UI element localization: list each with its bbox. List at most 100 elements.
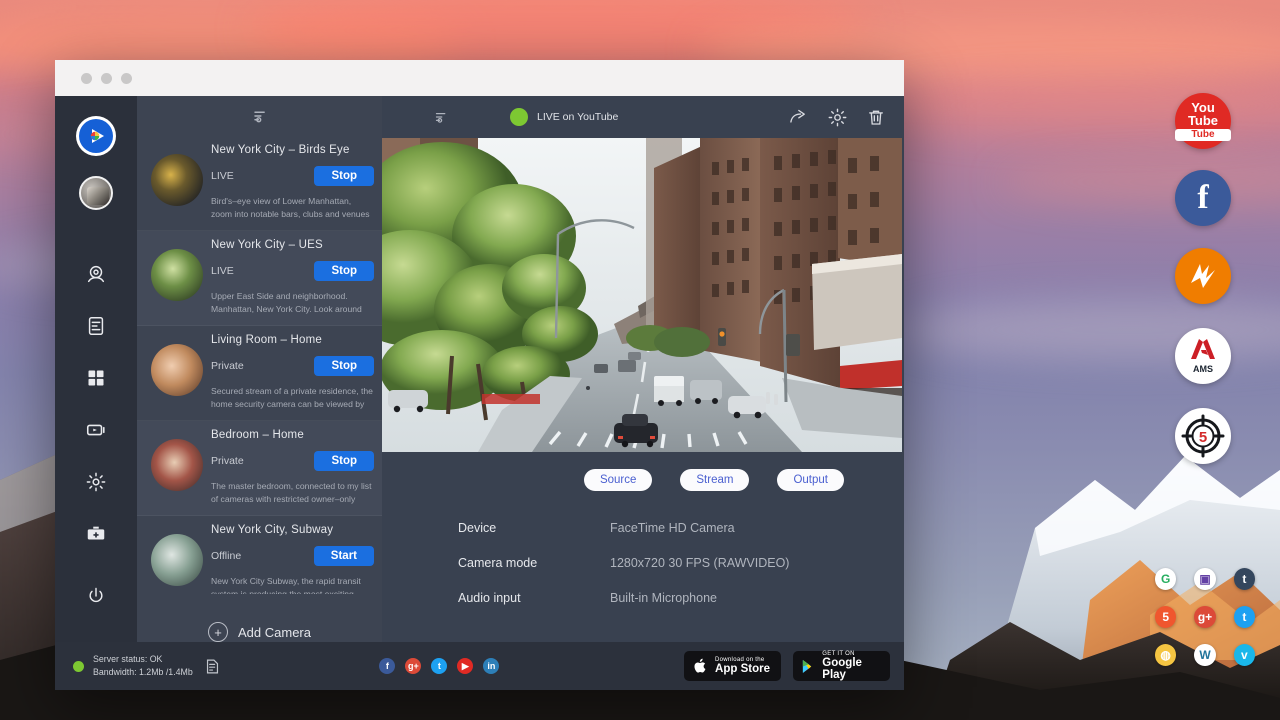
camera-list-item[interactable]: New York City, SubwayOfflineStartNew Yor…	[137, 516, 382, 594]
camera-action-button[interactable]: Stop	[314, 166, 374, 186]
window-minimize-button[interactable]	[101, 73, 112, 84]
gear-icon	[85, 471, 107, 493]
desktop-icon-vimeo[interactable]: v	[1234, 644, 1255, 666]
desktop-small-icon-row: 5 g+ t	[1155, 606, 1255, 628]
camera-action-button[interactable]: Stop	[314, 261, 374, 281]
play-triangle-icon	[86, 126, 106, 146]
user-avatar[interactable]	[79, 176, 113, 210]
window-titlebar	[55, 60, 904, 96]
play-triangle-icon	[801, 657, 816, 676]
camera-thumbnail	[151, 439, 203, 491]
store-badge-bottom: App Store	[715, 663, 770, 675]
sidebar-item-grid[interactable]	[76, 358, 116, 398]
camera-list-item[interactable]: New York City – UESLIVEStopUpper East Si…	[137, 231, 382, 326]
camera-title: New York City – UES	[211, 239, 374, 251]
googleplus-icon[interactable]: g+	[405, 658, 421, 674]
desktop-small-icon-row: G ▣ t	[1155, 568, 1255, 590]
camera-thumbnail	[151, 249, 203, 301]
desktop: New York City – Birds EyeLIVEStopBird's–…	[0, 0, 1280, 720]
camera-action-button[interactable]: Stop	[314, 451, 374, 471]
desktop-icon-youtube[interactable]: You Tube Tube	[1175, 93, 1231, 149]
desktop-icon-twitter[interactable]: t	[1234, 606, 1255, 628]
desktop-icon-facebook[interactable]: f	[1175, 170, 1231, 226]
sidebar-item-schedule[interactable]	[76, 306, 116, 346]
desktop-icon-tumblr[interactable]: t	[1234, 568, 1255, 590]
video-player-icon	[85, 419, 107, 441]
filter-sort-icon[interactable]	[432, 108, 450, 126]
app-store-button[interactable]: Download on theApp Store	[684, 651, 781, 681]
camera-list[interactable]: New York City – Birds EyeLIVEStopBird's–…	[137, 136, 382, 594]
camera-list-item[interactable]: Living Room – HomePrivateStopSecured str…	[137, 326, 382, 421]
gear-icon[interactable]	[827, 107, 848, 128]
five-label: 5	[1199, 429, 1207, 446]
window-maximize-button[interactable]	[121, 73, 132, 84]
linkedin-icon[interactable]: in	[483, 658, 499, 674]
info-label: Device	[458, 521, 610, 535]
camera-state: LIVE	[211, 170, 314, 182]
tab-stream[interactable]: Stream	[680, 469, 749, 491]
desktop-icon-smashcast[interactable]: 5	[1155, 606, 1176, 628]
tab-output[interactable]: Output	[777, 469, 844, 491]
tab-source[interactable]: Source	[584, 469, 652, 491]
camera-title: New York City, Subway	[211, 524, 374, 536]
toolbox-icon	[85, 523, 107, 545]
google-play-button[interactable]: GET IT ONGoogle Play	[793, 651, 890, 681]
sidebar-item-playback[interactable]	[76, 410, 116, 450]
camera-state: Private	[211, 360, 314, 372]
camera-list-toolbar	[137, 96, 382, 136]
crosshair-5-icon: 5	[1180, 413, 1226, 459]
desktop-icon-wirecast[interactable]	[1175, 248, 1231, 304]
desktop-icon-channel5[interactable]: 5	[1175, 408, 1231, 464]
webcam-icon	[85, 263, 107, 285]
camera-thumbnail	[151, 154, 203, 206]
add-camera-button[interactable]: + Add Camera	[137, 594, 382, 642]
sidebar-item-cameras[interactable]	[76, 254, 116, 294]
desktop-icon-wordpress[interactable]: W	[1194, 644, 1215, 666]
app-logo[interactable]	[76, 116, 116, 156]
live-status-badge: LIVE on YouTube	[510, 108, 618, 126]
camera-action-button[interactable]: Stop	[314, 356, 374, 376]
footer-social-links: f g+ t ▶ in	[379, 658, 499, 674]
power-icon	[86, 586, 106, 606]
camera-preview[interactable]	[382, 138, 902, 452]
apple-icon	[692, 656, 709, 676]
camera-description: New York City Subway, the rapid transit …	[211, 575, 374, 594]
app-window: New York City – Birds EyeLIVEStopBird's–…	[55, 60, 904, 690]
document-list-icon	[85, 315, 107, 337]
youtube-icon[interactable]: ▶	[457, 658, 473, 674]
camera-title: Living Room – Home	[211, 334, 374, 346]
desktop-icon-google[interactable]: G	[1155, 568, 1176, 590]
main-content: LIVE on YouTube	[382, 96, 904, 642]
log-document-icon[interactable]	[204, 657, 221, 676]
camera-action-button[interactable]: Start	[314, 546, 374, 566]
power-button[interactable]	[76, 576, 116, 616]
status-badge	[73, 661, 84, 672]
trash-icon[interactable]	[866, 107, 886, 128]
twitter-icon[interactable]: t	[431, 658, 447, 674]
camera-description: The master bedroom, connected to my list…	[211, 480, 374, 505]
grid-icon	[86, 368, 106, 388]
info-value: FaceTime HD Camera	[610, 521, 735, 535]
desktop-icon-googleplus[interactable]: g+	[1194, 606, 1215, 628]
camera-state: LIVE	[211, 265, 314, 277]
camera-list-item[interactable]: Bedroom – HomePrivateStopThe master bedr…	[137, 421, 382, 516]
desktop-icon-flash[interactable]: ◍	[1155, 644, 1176, 666]
bandwidth-label: Bandwidth: 1.2Mb /1.4Mb	[93, 666, 193, 679]
server-status-label: Server status: OK	[93, 653, 193, 666]
filter-sort-icon[interactable]	[250, 106, 270, 126]
info-value: Built-in Microphone	[610, 591, 717, 605]
desktop-icon-adobe-ams[interactable]: AMS	[1175, 328, 1231, 384]
window-close-button[interactable]	[81, 73, 92, 84]
store-badge-bottom: Google Play	[822, 657, 882, 681]
main-toolbar-actions	[787, 107, 886, 128]
detail-tabs: Source Stream Output	[382, 457, 904, 491]
info-table: DeviceFaceTime HD CameraCamera mode1280x…	[382, 491, 904, 626]
ams-label: AMS	[1190, 365, 1216, 374]
sidebar-item-toolkit[interactable]	[76, 514, 116, 554]
facebook-icon[interactable]: f	[379, 658, 395, 674]
lightning-w-icon	[1183, 256, 1223, 296]
sidebar-item-settings[interactable]	[76, 462, 116, 502]
camera-list-item[interactable]: New York City – Birds EyeLIVEStopBird's–…	[137, 136, 382, 231]
desktop-icon-twitch[interactable]: ▣	[1194, 568, 1215, 590]
share-icon[interactable]	[787, 107, 809, 127]
